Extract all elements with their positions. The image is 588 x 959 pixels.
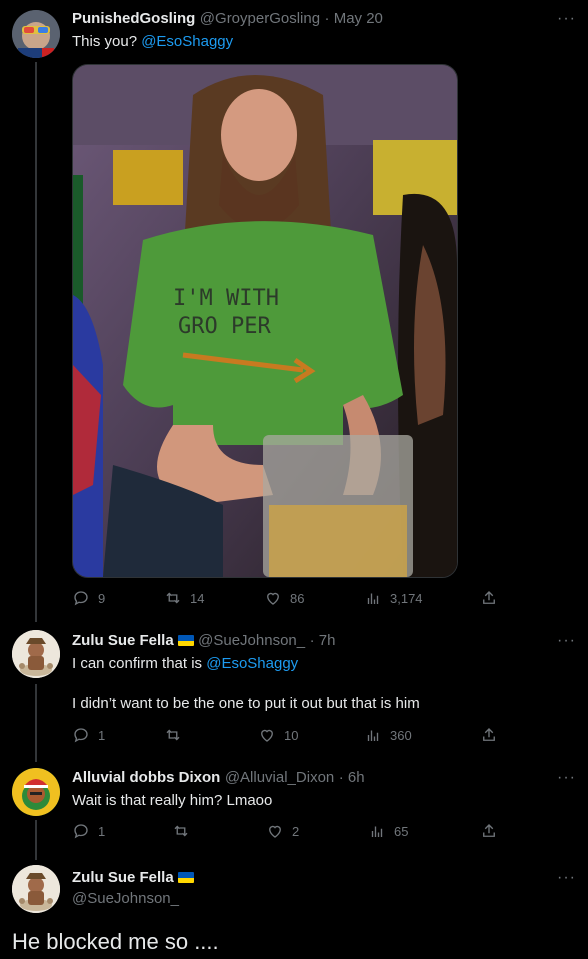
views-count: 3,174 xyxy=(390,590,423,606)
avatar-image xyxy=(12,630,60,678)
avatar-alluvial-dobbs-dixon[interactable] xyxy=(12,768,60,816)
thread-line-1 xyxy=(35,62,37,622)
share-button[interactable] xyxy=(480,726,498,749)
retweet-icon xyxy=(174,825,188,837)
reply-icon xyxy=(74,824,88,839)
like-count: 2 xyxy=(292,823,300,839)
author-name[interactable]: Zulu Sue Fella xyxy=(72,869,174,886)
views-icon xyxy=(367,730,379,741)
reply-icon xyxy=(74,591,88,606)
more-icon[interactable]: ··· xyxy=(557,632,576,650)
like-button[interactable]: 2 xyxy=(266,822,299,840)
thread-line-3 xyxy=(35,820,37,860)
tweet-4-text: He blocked me so .... xyxy=(12,929,219,954)
author-handle[interactable]: @Alluvial_Dixon xyxy=(225,769,334,786)
views-button[interactable]: 360 xyxy=(364,726,412,744)
more-icon[interactable]: ··· xyxy=(557,10,576,28)
retweet-button[interactable] xyxy=(172,822,190,840)
author-handle[interactable]: @SueJohnson_ xyxy=(72,890,179,907)
thread-line-2 xyxy=(35,684,37,762)
heart-icon xyxy=(267,592,279,605)
avatar-zulu-sue-fella[interactable] xyxy=(12,630,60,678)
tweet-2-header: Zulu Sue Fella @SueJohnson_ · 7h xyxy=(72,632,335,650)
avatar-image xyxy=(12,865,60,913)
views-icon xyxy=(367,593,379,604)
retweet-icon xyxy=(166,729,180,741)
retweet-count: 14 xyxy=(190,590,205,606)
retweet-icon xyxy=(166,592,180,604)
tweet-2-text-line2: I didn’t want to be the one to put it ou… xyxy=(72,695,420,712)
views-button[interactable]: 65 xyxy=(368,822,408,840)
mention-link[interactable]: @EsoShaggy xyxy=(206,655,298,672)
reply-button[interactable]: 1 xyxy=(72,726,105,744)
mention-link[interactable]: @EsoShaggy xyxy=(141,33,233,50)
share-icon xyxy=(483,591,495,604)
views-button[interactable]: 3,174 xyxy=(364,589,423,607)
views-count: 360 xyxy=(390,727,412,743)
more-icon[interactable]: ··· xyxy=(557,869,576,887)
tweet-3-actions: 1 2 65 xyxy=(72,822,508,842)
share-button[interactable] xyxy=(480,589,498,612)
tweet-1-actions: 9 14 86 3,174 xyxy=(72,589,508,609)
author-name[interactable]: Zulu Sue Fella xyxy=(72,632,174,649)
reply-count: 1 xyxy=(98,727,106,743)
ukraine-flag-icon xyxy=(177,635,194,646)
tweet-3-header: Alluvial dobbs Dixon @Alluvial_Dixon · 6… xyxy=(72,769,365,787)
author-handle[interactable]: @SueJohnson_ xyxy=(198,632,305,649)
tweet-media-image[interactable]: I'M WITH GRO PER xyxy=(72,64,458,578)
retweet-button[interactable]: 14 xyxy=(164,589,204,607)
author-name[interactable]: Alluvial dobbs Dixon xyxy=(72,769,220,786)
avatar-image xyxy=(12,768,60,816)
retweet-button[interactable] xyxy=(164,726,182,744)
shirt-text-1: I'M WITH xyxy=(173,286,279,311)
like-count: 86 xyxy=(290,590,305,606)
more-icon[interactable]: ··· xyxy=(557,769,576,787)
author-handle[interactable]: @GroyperGosling xyxy=(200,10,320,27)
tweet-text: This you? xyxy=(72,33,142,50)
photo-man-green-shirt: I'M WITH GRO PER xyxy=(73,65,457,577)
share-icon xyxy=(483,824,495,837)
tweet-3-text: Wait is that really him? Lmaoo xyxy=(72,792,273,809)
tweet-1-header: PunishedGosling @GroyperGosling · May 20 xyxy=(72,10,383,28)
like-count: 10 xyxy=(284,727,299,743)
ukraine-flag-icon xyxy=(177,872,194,883)
views-icon xyxy=(371,826,383,837)
heart-icon xyxy=(261,729,273,742)
like-button[interactable]: 10 xyxy=(258,726,298,744)
avatar-image xyxy=(12,10,60,58)
share-icon xyxy=(483,728,495,741)
tweet-text: I can confirm that is xyxy=(72,655,207,672)
views-count: 65 xyxy=(394,823,409,839)
share-button[interactable] xyxy=(480,822,498,845)
avatar-punishedgosling[interactable] xyxy=(12,10,60,58)
reply-count: 1 xyxy=(98,823,106,839)
reply-button[interactable]: 1 xyxy=(72,822,105,840)
tweet-1-text: This you? @EsoShaggy xyxy=(72,33,233,50)
tweet-time[interactable]: · 7h xyxy=(310,632,336,649)
tweet-time[interactable]: · 6h xyxy=(339,769,365,786)
tweet-2-text-line1: I can confirm that is @EsoShaggy xyxy=(72,655,298,672)
reply-icon xyxy=(74,728,88,743)
author-name[interactable]: PunishedGosling xyxy=(72,10,195,27)
reply-button[interactable]: 9 xyxy=(72,589,105,607)
like-button[interactable]: 86 xyxy=(264,589,304,607)
tweet-time[interactable]: · May 20 xyxy=(325,10,383,27)
tweet-2-actions: 1 10 360 xyxy=(72,726,508,746)
heart-icon xyxy=(269,825,281,838)
reply-count: 9 xyxy=(98,590,106,606)
shirt-text-2: GRO PER xyxy=(178,314,271,339)
avatar-zulu-sue-fella[interactable] xyxy=(12,865,60,913)
tweet-4-header: Zulu Sue Fella xyxy=(72,869,194,887)
